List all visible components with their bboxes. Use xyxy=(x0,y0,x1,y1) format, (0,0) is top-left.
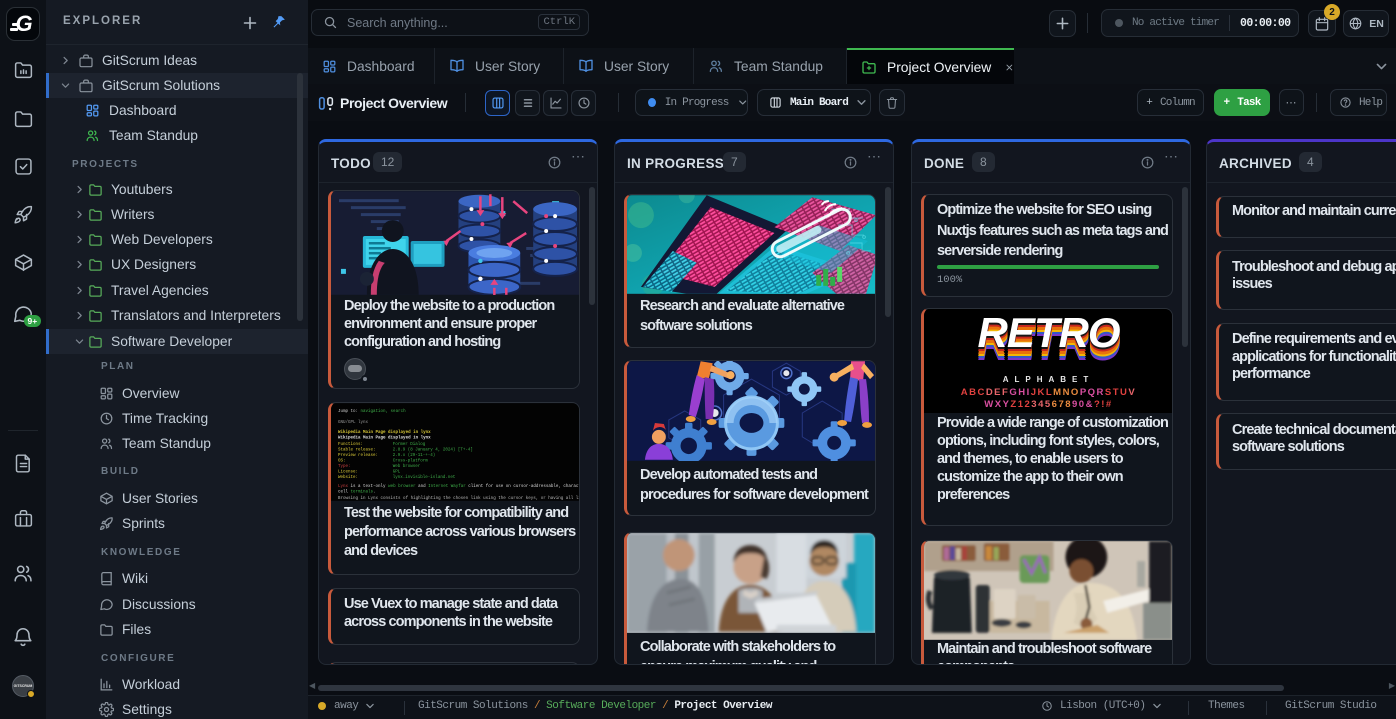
svg-text:GNU/GPL lynx: GNU/GPL lynx xyxy=(338,420,369,425)
svg-text:License:: License: xyxy=(338,469,358,474)
svg-text:Preview release:: Preview release: xyxy=(338,453,378,458)
svg-text:GPL: GPL xyxy=(393,470,401,474)
svg-text:Jump to: navigation, search: Jump to: navigation, search xyxy=(338,409,406,414)
svg-text:Website:: Website: xyxy=(338,475,358,480)
svg-text:Web browser: Web browser xyxy=(393,464,421,469)
svg-text:Former Dialog: Former Dialog xyxy=(393,442,426,447)
svg-text:Stable release:: Stable release: xyxy=(338,448,376,453)
svg-text:Wikipedia Main Page displayed: Wikipedia Main Page displayed in lynx xyxy=(338,436,431,441)
svg-text:cell terminals.: cell terminals. xyxy=(338,489,376,494)
svg-text:Functions:: Functions: xyxy=(338,442,363,447)
svg-text:lynx.invisible-island.net: lynx.invisible-island.net xyxy=(393,475,456,480)
svg-text:2.8.9 (8 January 4, 2024) [T+-: 2.8.9 (8 January 4, 2024) [T+-4] xyxy=(393,448,473,453)
svg-text:Lynx is a text-only web browse: Lynx is a text-only web browser and Inte… xyxy=(338,484,579,489)
svg-text:Browsing in Lynx consists of h: Browsing in Lynx consists of highlightin… xyxy=(338,496,579,501)
svg-text:Type:: Type: xyxy=(338,465,351,469)
svg-text:2.9.x (29-11-+-4): 2.9.x (29-11-+-4) xyxy=(393,453,436,458)
svg-text:Cross-platform: Cross-platform xyxy=(393,458,429,463)
svg-text:OS:: OS: xyxy=(338,459,346,463)
svg-text:Wikipedia Main Page displayed: Wikipedia Main Page displayed in lynx xyxy=(338,430,431,435)
